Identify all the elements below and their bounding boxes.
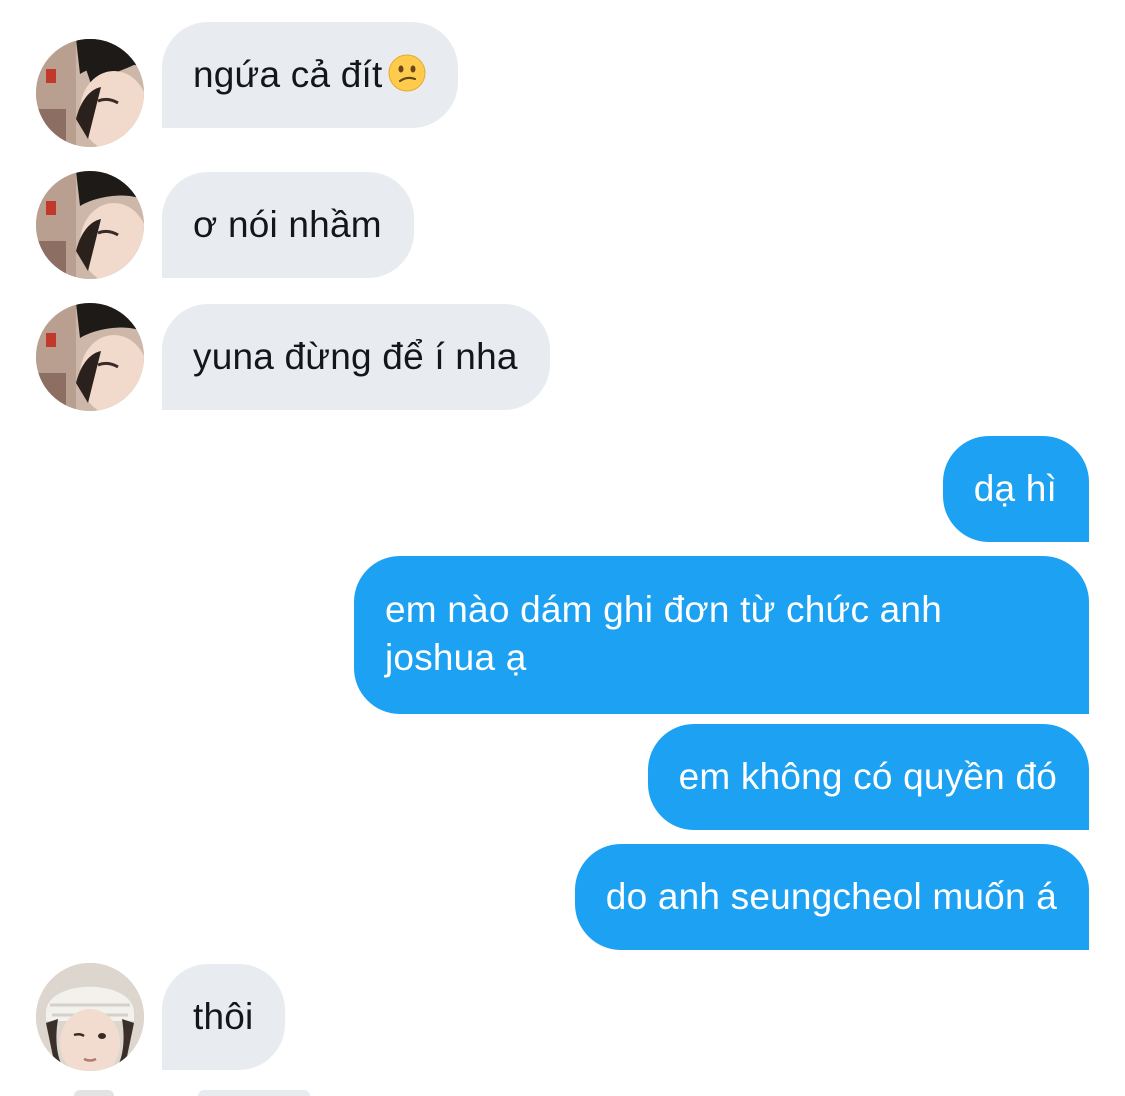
message-text: do anh seungcheol muốn á bbox=[605, 876, 1057, 917]
sender-avatar[interactable] bbox=[36, 963, 144, 1071]
message-bubble-outgoing[interactable]: do anh seungcheol muốn á bbox=[574, 844, 1089, 950]
message-text: thôi bbox=[193, 996, 254, 1037]
sender-avatar[interactable] bbox=[36, 303, 144, 411]
message-bubble-incoming[interactable]: ngứa cả đít bbox=[162, 22, 459, 128]
message-text: ơ nói nhầm bbox=[193, 204, 382, 245]
message-text: em không có quyền đó bbox=[678, 756, 1057, 797]
message-bubble-outgoing[interactable]: em nào dám ghi đơn từ chức anh joshua ạ bbox=[354, 556, 1089, 714]
sender-avatar[interactable] bbox=[36, 171, 144, 279]
message-text: em nào dám ghi đơn từ chức anh joshua ạ bbox=[385, 589, 942, 678]
message-thread[interactable]: ngứa cả đít ơ nói nhầm yuna đừng để í nh… bbox=[0, 0, 1125, 1096]
message-text: dạ hì bbox=[973, 468, 1057, 509]
next-avatar-partial bbox=[74, 1090, 114, 1096]
message-bubble-outgoing[interactable]: em không có quyền đó bbox=[647, 724, 1089, 830]
message-bubble-outgoing[interactable]: dạ hì bbox=[942, 436, 1089, 542]
message-text: yuna đừng để í nha bbox=[193, 336, 518, 377]
next-message-bubble-partial bbox=[198, 1090, 310, 1096]
message-bubble-incoming[interactable]: ơ nói nhầm bbox=[162, 172, 414, 278]
profile-photo-woman-lying bbox=[36, 171, 144, 279]
message-bubble-incoming[interactable]: yuna đừng để í nha bbox=[162, 304, 550, 410]
message-text: ngứa cả đít bbox=[193, 54, 383, 95]
profile-photo-woman-lying bbox=[36, 303, 144, 411]
sender-avatar[interactable] bbox=[36, 39, 144, 147]
profile-photo-woman-lying bbox=[36, 39, 144, 147]
message-bubble-incoming[interactable]: thôi bbox=[162, 964, 286, 1070]
profile-photo-man-beanie bbox=[36, 963, 144, 1071]
confused-face-emoji bbox=[388, 54, 426, 92]
